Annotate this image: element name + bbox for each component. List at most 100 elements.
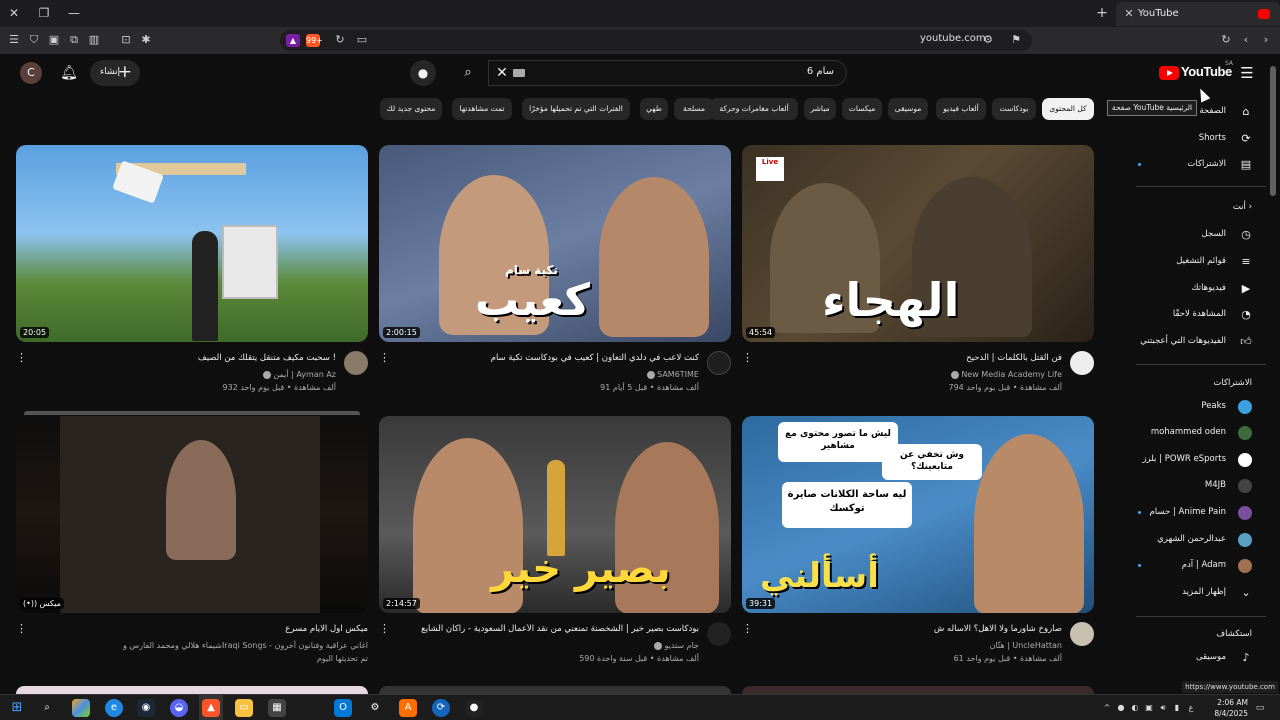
steam-icon[interactable]: ◉	[137, 699, 155, 717]
obs-icon[interactable]: ●	[465, 699, 483, 717]
chip-all[interactable]: كل المحتوى	[1042, 98, 1094, 120]
network-icon[interactable]: ▣	[1144, 702, 1154, 714]
sidebar-item-playlists[interactable]: ≡ قوائم التشغيل	[1120, 250, 1270, 274]
channel-name[interactable]: أيمن | Ayman Az	[36, 370, 336, 379]
forward-icon[interactable]: ›	[1258, 32, 1274, 48]
sidebar-item-subscription[interactable]: mohammed oden	[1120, 421, 1270, 445]
channel-avatar[interactable]	[1070, 622, 1094, 646]
channel-name[interactable]: جام ستديو	[399, 641, 699, 650]
search-icon[interactable]: ⌕	[448, 60, 488, 86]
close-window-icon[interactable]: ✕	[4, 4, 24, 22]
search-input[interactable]: ✕ سام 6	[488, 60, 847, 86]
channel-name[interactable]: شيماء هلالي ومحمد الفارس وIraqi Songs - …	[28, 641, 368, 650]
sidebar-item-subscription[interactable]: Peaks	[1120, 395, 1270, 419]
video-title[interactable]: كنت لاعب في دلدي التعاون | كعيب في بودكا…	[399, 353, 699, 363]
keyboard-icon[interactable]	[513, 69, 525, 77]
chip-music[interactable]: موسيقى	[888, 98, 928, 120]
chip-armed[interactable]: مسلحة	[674, 98, 714, 120]
more-actions-icon[interactable]: ⋮	[379, 623, 390, 635]
minimize-window-icon[interactable]: —	[64, 4, 84, 22]
sidebar-item-shorts[interactable]: ⟳ Shorts	[1120, 127, 1270, 151]
wallet-icon[interactable]: ▣	[46, 32, 62, 48]
brave-rewards-icon[interactable]: ▲	[286, 34, 300, 47]
reader-mode-icon[interactable]: ▭	[354, 32, 370, 48]
shield-icon[interactable]: ⛉	[26, 32, 42, 48]
more-actions-icon[interactable]: ⋮	[742, 623, 753, 635]
video-card[interactable]: ليش ما تصور محتوى مع مشاهير وش تخفي عن م…	[742, 416, 1094, 670]
chip-cooking[interactable]: طهي	[640, 98, 668, 120]
volume-icon[interactable]: 🔊︎	[1158, 702, 1168, 714]
copilot-icon[interactable]	[72, 699, 90, 717]
brave-browser-icon[interactable]: ▲	[202, 699, 220, 717]
windows-start-icon[interactable]: ⊞	[8, 699, 26, 717]
notifications-bell-icon[interactable]: 🔔︎	[60, 64, 78, 82]
chip-mixes[interactable]: ميكسات	[842, 98, 882, 120]
new-tab-button[interactable]: +	[1093, 4, 1111, 22]
bookmark-icon[interactable]: ⚑	[1008, 32, 1024, 48]
sidebar-item-your-videos[interactable]: ▶ فيديوهاتك	[1120, 277, 1270, 301]
maximize-window-icon[interactable]: ❐	[34, 4, 54, 22]
channel-avatar[interactable]	[1070, 351, 1094, 375]
site-settings-icon[interactable]: ⚙	[980, 32, 996, 48]
chip-live[interactable]: مباشر	[804, 98, 836, 120]
address-bar[interactable]: ▲ 99+ ↻ ▭ youtube.com ⚙	[280, 30, 1032, 51]
sidebar-item-liked-videos[interactable]: 👍︎ الفيديوهات التي أعجبتني	[1120, 330, 1270, 354]
more-actions-icon[interactable]: ⋮	[379, 352, 390, 364]
video-thumbnail[interactable]: ليش ما تصور محتوى مع مشاهير وش تخفي عن م…	[742, 416, 1094, 613]
tab-close-icon[interactable]: ✕	[1122, 6, 1136, 22]
sidebar-item-subscription[interactable]: M4JB	[1120, 474, 1270, 498]
video-thumbnail[interactable]	[16, 686, 368, 694]
back-icon[interactable]: ‹	[1238, 32, 1254, 48]
discord-icon[interactable]: ◒	[170, 699, 188, 717]
sidebar-item-music[interactable]: ♪ موسيقى	[1120, 646, 1270, 670]
video-thumbnail[interactable]: بصير خير 2:14:57	[379, 416, 731, 613]
microsoft-store-icon[interactable]: ▦	[268, 699, 286, 717]
voice-search-mic-icon[interactable]: ●	[410, 60, 436, 86]
chip-action-adventure[interactable]: ألعاب مغامرات وحركة	[710, 98, 798, 120]
video-title[interactable]: ميكس اول الايام مسرع	[68, 624, 368, 634]
video-title[interactable]: صاروخ شاورما ولا الاهل؟ الاسأله ش	[762, 624, 1062, 634]
search-icon[interactable]: ⌕	[38, 699, 56, 717]
chip-recently-uploaded[interactable]: الفترات التي تم تحميلها مؤخرًا	[522, 98, 630, 120]
video-card[interactable]: كعيب تكية سام 2:00:15 كنت لاعب في دلدي ا…	[379, 145, 731, 395]
chip-watched[interactable]: تمت مشاهدتها	[452, 98, 512, 120]
language-indicator[interactable]: ع	[1186, 702, 1196, 714]
chip-podcast[interactable]: بودكاست	[992, 98, 1036, 120]
video-thumbnail[interactable]: الهجاء Live 45:54	[742, 145, 1094, 342]
video-thumbnail[interactable]	[379, 686, 731, 694]
video-title[interactable]: فن القتل بالكلمات | الدحيح	[762, 353, 1062, 363]
video-thumbnail[interactable]: كعيب تكية سام 2:00:15	[379, 145, 731, 342]
app-icon[interactable]: ⟳	[432, 699, 450, 717]
taskbar-clock[interactable]: 2:06 AM 8/4/2025	[1200, 697, 1248, 719]
channel-name[interactable]: هتّان | UncleHattan	[762, 641, 1062, 650]
chip-video-games[interactable]: ألعاب فيديو	[936, 98, 986, 120]
video-title[interactable]: سحبت مكيف متنقل يتقلك من الصيف !	[36, 353, 336, 363]
video-thumbnail[interactable]: (•)) ميكس	[16, 416, 368, 613]
video-card[interactable]: 20:05 سحبت مكيف متنقل يتقلك من الصيف ! أ…	[16, 145, 368, 395]
more-actions-icon[interactable]: ⋮	[742, 352, 753, 364]
more-actions-icon[interactable]: ⋮	[16, 623, 27, 635]
video-card[interactable]: بصير خير 2:14:57 بودكاست بصير خير | الشخ…	[379, 416, 731, 670]
reload-page-icon[interactable]: ↻	[332, 32, 348, 48]
video-title[interactable]: بودكاست بصير خير | الشخصنة تمنعني من نقد…	[399, 624, 699, 634]
create-button[interactable]: إنشاء +	[90, 60, 140, 86]
sidebar-item-history[interactable]: ◷ السجل	[1120, 223, 1270, 247]
tabs-icon[interactable]: ⧉	[66, 32, 82, 48]
screenshot-icon[interactable]: ⊡	[118, 32, 134, 48]
channel-avatar[interactable]	[344, 351, 368, 375]
menu-icon[interactable]: ☰	[6, 32, 22, 48]
sidebar-item-subscription[interactable]: حسام | Anime Pain	[1120, 501, 1270, 525]
video-card[interactable]: الهجاء Live 45:54 فن القتل بالكلمات | ال…	[742, 145, 1094, 395]
tray-chevron-icon[interactable]: ^	[1102, 702, 1112, 714]
more-actions-icon[interactable]: ⋮	[16, 352, 27, 364]
settings-gear-icon[interactable]: ⚙	[366, 699, 384, 717]
notification-center-icon[interactable]: ▭	[1254, 702, 1266, 714]
guide-menu-icon[interactable]: ☰	[1238, 64, 1256, 82]
sidebar-item-subscription[interactable]: بلرز | POWR eSports	[1120, 448, 1270, 472]
sidebar-show-more[interactable]: ⌄ إظهار المزيد	[1120, 581, 1270, 605]
refresh-icon[interactable]: ↻	[1218, 32, 1234, 48]
channel-name[interactable]: New Media Academy Life	[762, 370, 1062, 379]
edge-icon[interactable]: e	[105, 699, 123, 717]
video-thumbnail[interactable]: 20:05	[16, 145, 368, 342]
app-icon[interactable]: A	[399, 699, 417, 717]
